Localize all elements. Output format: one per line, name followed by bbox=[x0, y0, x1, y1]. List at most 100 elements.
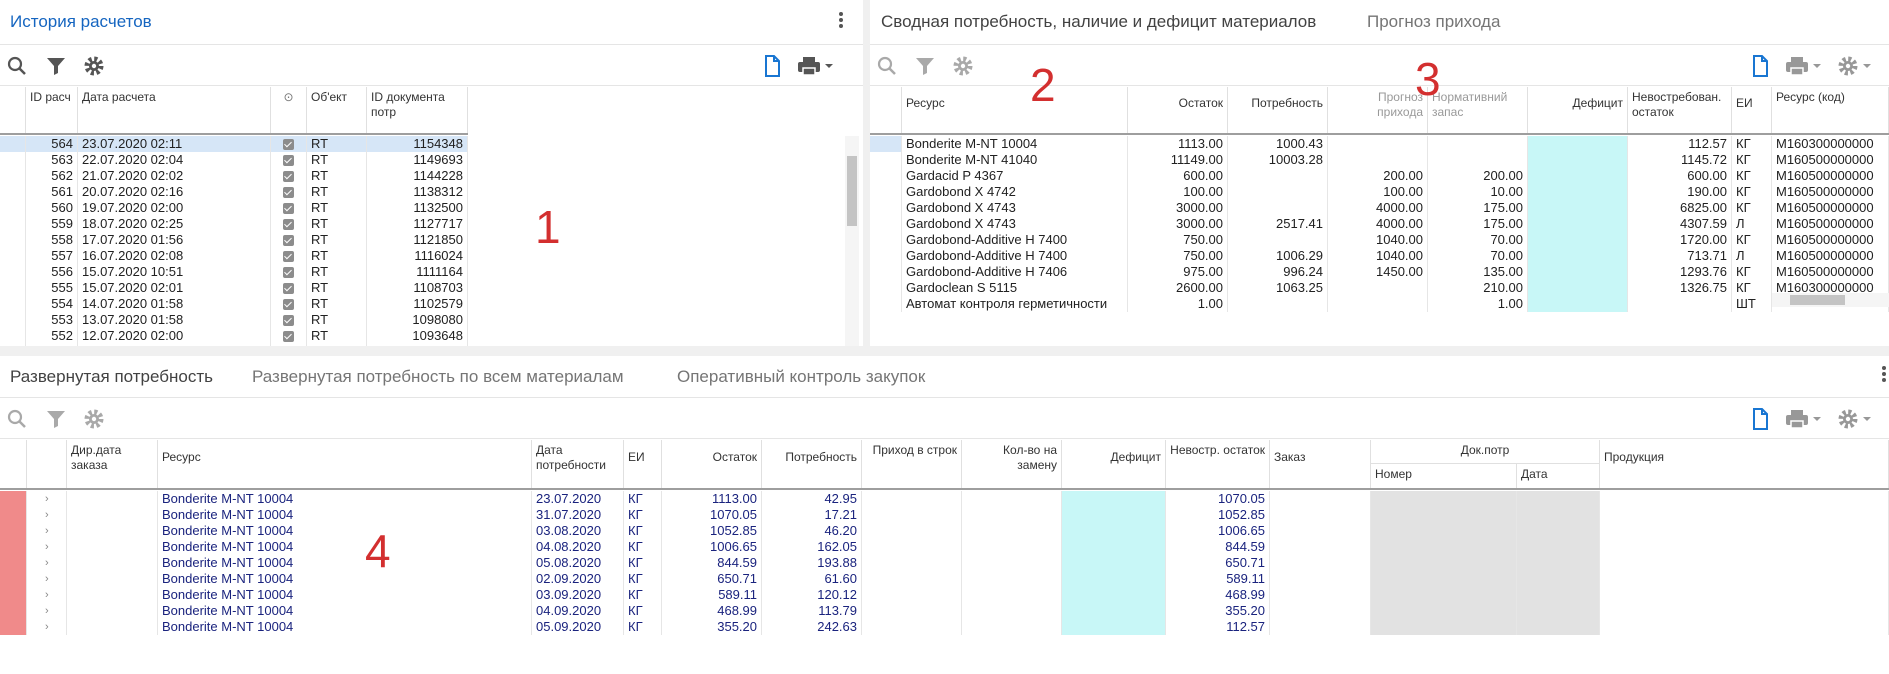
col-order[interactable]: Заказ bbox=[1270, 440, 1371, 488]
col-date[interactable]: Дата расчета bbox=[78, 87, 271, 133]
summary-hscroll[interactable] bbox=[1772, 293, 1889, 307]
search-icon[interactable] bbox=[875, 54, 899, 78]
col-unclaimed[interactable]: Невостр. остаток bbox=[1166, 440, 1270, 488]
chevron-right-icon[interactable]: › bbox=[45, 525, 49, 537]
document-icon[interactable] bbox=[1748, 54, 1772, 78]
summary-row[interactable]: Gardacid P 4367 600.00 200.00 200.00 600.00 К… bbox=[870, 168, 1889, 184]
checkbox[interactable] bbox=[283, 219, 294, 230]
history-title[interactable]: История расчетов bbox=[10, 12, 152, 32]
history-row[interactable]: 554 14.07.2020 01:58 RT 1102579 bbox=[0, 296, 468, 312]
col-resource[interactable]: Ресурс bbox=[158, 440, 532, 488]
print-icon[interactable] bbox=[1784, 407, 1824, 431]
chevron-right-icon[interactable]: › bbox=[45, 605, 49, 617]
col-deficit[interactable]: Дефицит bbox=[1062, 440, 1166, 488]
summary-row[interactable]: Gardobond X 4742 100.00 100.00 10.00 190.00 К… bbox=[870, 184, 1889, 200]
history-row[interactable]: 556 15.07.2020 10:51 RT 1111164 bbox=[0, 264, 468, 280]
history-row[interactable]: 560 19.07.2020 02:00 RT 1132500 bbox=[0, 200, 468, 216]
gear-icon[interactable] bbox=[82, 54, 106, 78]
col-replace-qty[interactable]: Кол-во на замену bbox=[962, 440, 1062, 488]
col-ostatok[interactable]: Остаток bbox=[1128, 87, 1228, 133]
gear-icon[interactable] bbox=[951, 54, 975, 78]
chevron-right-icon[interactable]: › bbox=[45, 573, 49, 585]
expanded-row[interactable]: › Bonderite M-NT 10004 05.08.2020 КГ 844.59 1… bbox=[0, 555, 1889, 571]
checkbox[interactable] bbox=[283, 187, 294, 198]
checkbox[interactable] bbox=[283, 315, 294, 326]
history-row[interactable]: 559 18.07.2020 02:25 RT 1127717 bbox=[0, 216, 468, 232]
col-product[interactable]: Продукция bbox=[1600, 440, 1889, 488]
kebab-icon[interactable] bbox=[1874, 364, 1889, 388]
col-income[interactable]: Приход в строк bbox=[862, 440, 962, 488]
document-icon[interactable] bbox=[1748, 407, 1772, 431]
checkbox[interactable] bbox=[283, 235, 294, 246]
expanded-row[interactable]: › Bonderite M-NT 10004 02.09.2020 КГ 650.71 6… bbox=[0, 571, 1889, 587]
summary-row[interactable]: Автомат контроля герметичности 1.00 1.00 ШТ bbox=[870, 296, 1889, 312]
checkbox[interactable] bbox=[283, 331, 294, 342]
summary-row[interactable]: Bonderite M-NT 10004 1113.00 1000.43 112.57… bbox=[870, 136, 1889, 152]
col-need-date[interactable]: Дата потребности bbox=[532, 440, 624, 488]
summary-row[interactable]: Bonderite M-NT 41040 11149.00 10003.28 1145… bbox=[870, 152, 1889, 168]
col-normative[interactable]: Нормативний запас bbox=[1428, 87, 1528, 133]
print-icon[interactable] bbox=[796, 54, 836, 78]
expanded-row[interactable]: › Bonderite M-NT 10004 03.09.2020 КГ 589.11 1… bbox=[0, 587, 1889, 603]
col-doc-date[interactable]: Дата bbox=[1517, 464, 1600, 488]
col-potr[interactable]: Потребность bbox=[1228, 87, 1328, 133]
history-row[interactable]: 557 16.07.2020 02:08 RT 1116024 bbox=[0, 248, 468, 264]
summary-row[interactable]: Gardobond-Additive H 7400 750.00 1040.00 70… bbox=[870, 232, 1889, 248]
tab-purchase-control[interactable]: Оперативный контроль закупок bbox=[677, 367, 925, 387]
tab-summary[interactable]: Сводная потребность, наличие и дефицит м… bbox=[881, 12, 1316, 32]
expanded-row[interactable]: › Bonderite M-NT 10004 31.07.2020 КГ 1070.05… bbox=[0, 507, 1889, 523]
tab-expanded-all[interactable]: Развернутая потребность по всем материал… bbox=[252, 367, 624, 387]
filter-icon[interactable] bbox=[913, 54, 937, 78]
col-object[interactable]: Об'ект bbox=[307, 87, 367, 133]
checkbox[interactable] bbox=[283, 171, 294, 182]
chevron-right-icon[interactable]: › bbox=[45, 589, 49, 601]
checkbox[interactable] bbox=[283, 203, 294, 214]
checkbox[interactable] bbox=[283, 299, 294, 310]
tab-expanded[interactable]: Развернутая потребность bbox=[10, 367, 213, 387]
checkbox[interactable] bbox=[283, 139, 294, 150]
history-row[interactable]: 553 13.07.2020 01:58 RT 1098080 bbox=[0, 312, 468, 328]
gear-icon[interactable] bbox=[1836, 54, 1876, 78]
col-unit[interactable]: ЕИ bbox=[1732, 87, 1772, 133]
col-deficit[interactable]: Дефицит bbox=[1528, 87, 1628, 133]
col-unit[interactable]: ЕИ bbox=[624, 440, 662, 488]
history-row[interactable]: 555 15.07.2020 02:01 RT 1108703 bbox=[0, 280, 468, 296]
history-row[interactable]: 552 12.07.2020 02:00 RT 1093648 bbox=[0, 328, 468, 344]
chevron-right-icon[interactable]: › bbox=[45, 557, 49, 569]
search-icon[interactable] bbox=[5, 407, 29, 431]
expanded-row[interactable]: › Bonderite M-NT 10004 04.09.2020 КГ 468.99 1… bbox=[0, 603, 1889, 619]
col-doc-id[interactable]: ID документа потр bbox=[367, 87, 468, 133]
filter-icon[interactable] bbox=[44, 54, 68, 78]
history-row[interactable]: 561 20.07.2020 02:16 RT 1138312 bbox=[0, 184, 468, 200]
chevron-right-icon[interactable]: › bbox=[45, 493, 49, 505]
col-doc-number[interactable]: Номер bbox=[1371, 464, 1517, 488]
filter-icon[interactable] bbox=[44, 407, 68, 431]
col-unclaimed[interactable]: Невостребован. остаток bbox=[1628, 87, 1732, 133]
history-scrollbar[interactable] bbox=[845, 136, 859, 346]
col-dir-date[interactable]: Дир.дата заказа bbox=[67, 440, 158, 488]
gear-icon[interactable] bbox=[1836, 407, 1876, 431]
history-row[interactable]: 562 21.07.2020 02:02 RT 1144228 bbox=[0, 168, 468, 184]
tab-forecast[interactable]: Прогноз прихода bbox=[1367, 12, 1500, 32]
summary-row[interactable]: Gardobond X 4743 3000.00 2517.41 4000.00 175… bbox=[870, 216, 1889, 232]
expanded-row[interactable]: › Bonderite M-NT 10004 23.07.2020 КГ 1113.00… bbox=[0, 491, 1889, 507]
checkbox[interactable] bbox=[283, 251, 294, 262]
col-resource-code[interactable]: Ресурс (код) bbox=[1772, 87, 1889, 133]
chevron-right-icon[interactable]: › bbox=[45, 509, 49, 521]
expanded-row[interactable]: › Bonderite M-NT 10004 04.08.2020 КГ 1006.65… bbox=[0, 539, 1889, 555]
history-row[interactable]: 558 17.07.2020 01:56 RT 1121850 bbox=[0, 232, 468, 248]
gear-icon[interactable] bbox=[82, 407, 106, 431]
col-id[interactable]: ID расч bbox=[26, 87, 78, 133]
col-ostatok[interactable]: Остаток bbox=[662, 440, 762, 488]
print-icon[interactable] bbox=[1784, 54, 1824, 78]
checkbox[interactable] bbox=[283, 267, 294, 278]
col-forecast[interactable]: Прогноз прихода bbox=[1328, 87, 1428, 133]
scroll-thumb[interactable] bbox=[847, 156, 857, 226]
summary-row[interactable]: Gardobond-Additive H 7406 975.00 996.24 145… bbox=[870, 264, 1889, 280]
col-potr[interactable]: Потребность bbox=[762, 440, 862, 488]
history-row[interactable]: 563 22.07.2020 02:04 RT 1149693 bbox=[0, 152, 468, 168]
checkbox[interactable] bbox=[283, 283, 294, 294]
expanded-row[interactable]: › Bonderite M-NT 10004 05.09.2020 КГ 355.20 2… bbox=[0, 619, 1889, 635]
col-check[interactable]: ⊙ bbox=[271, 87, 307, 133]
search-icon[interactable] bbox=[5, 54, 29, 78]
